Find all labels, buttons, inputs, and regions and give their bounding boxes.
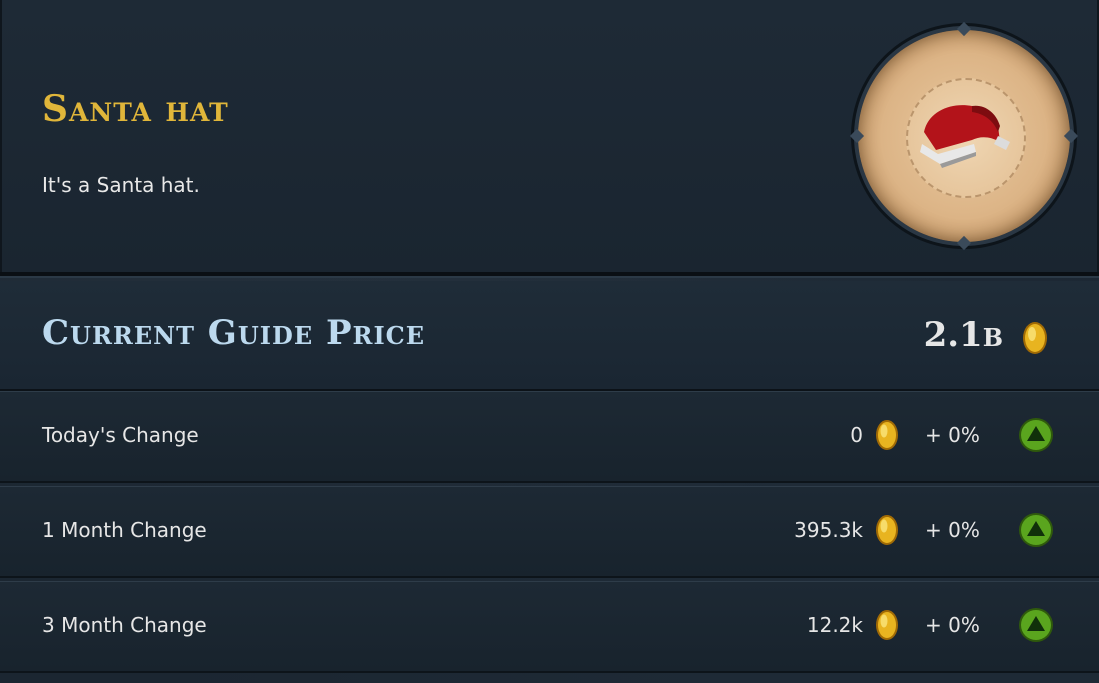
- coin-icon: [876, 610, 898, 640]
- item-description: It's a Santa hat.: [42, 173, 200, 197]
- trend-up-icon: [1019, 418, 1053, 452]
- change-label: 1 Month Change: [42, 518, 207, 542]
- item-title: Santa hat: [42, 88, 229, 130]
- santa-hat-icon: [920, 105, 1010, 168]
- section-divider: [0, 272, 1099, 276]
- change-label: Today's Change: [42, 423, 199, 447]
- coin-icon: [876, 515, 898, 545]
- change-percent: + 0%: [925, 423, 980, 447]
- change-percent: + 0%: [925, 613, 980, 637]
- trend-up-icon: [1019, 513, 1053, 547]
- coin-icon: [1023, 322, 1047, 354]
- change-label: 3 Month Change: [42, 613, 207, 637]
- change-amount: 12.2k: [806, 613, 863, 637]
- change-amount: 395.3k: [794, 518, 863, 542]
- guide-price-title: Current Guide Price: [42, 313, 426, 353]
- trend-up-icon: [1019, 608, 1053, 642]
- guide-price-value: 2.1b: [923, 315, 1003, 355]
- item-image-frame: [849, 21, 1079, 251]
- item-detail-panel: Santa hat It's a Santa hat. Current Guid…: [0, 0, 1099, 683]
- change-percent: + 0%: [925, 518, 980, 542]
- coin-icon: [876, 420, 898, 450]
- change-amount: 0: [850, 423, 863, 447]
